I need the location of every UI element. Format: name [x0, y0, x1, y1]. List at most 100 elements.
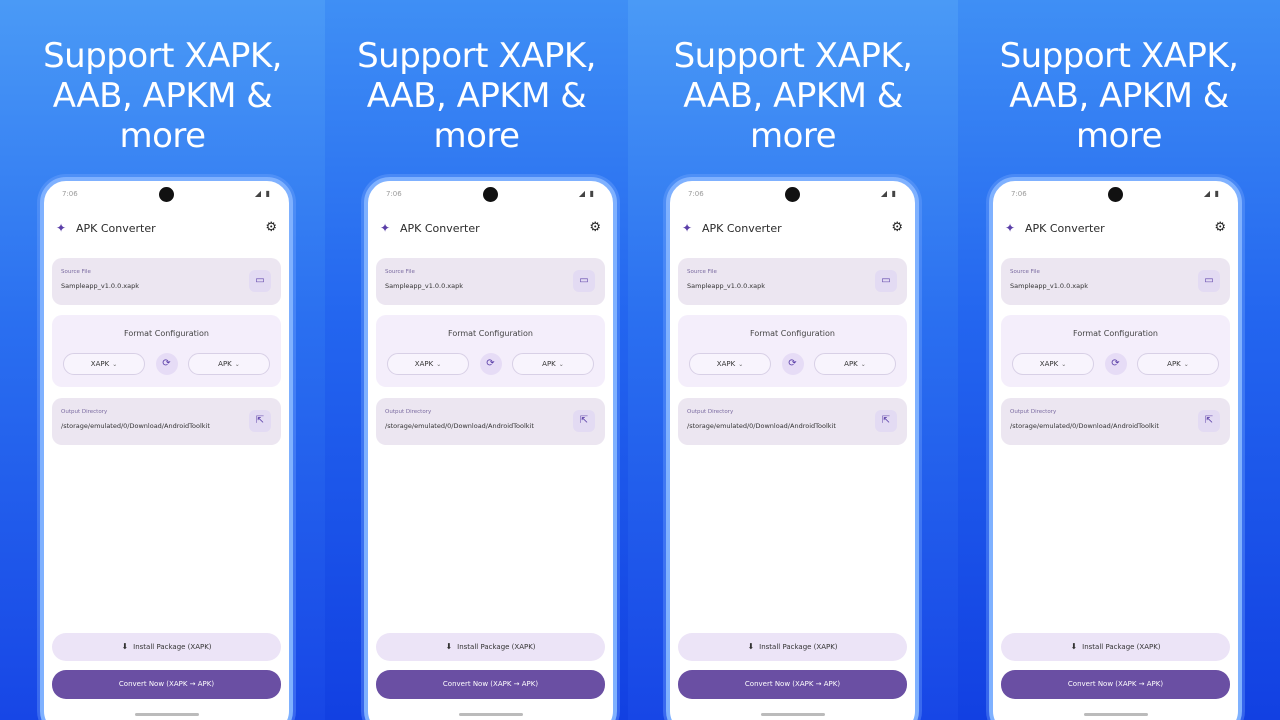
- convert-now-label: Convert Now (XAPK → APK): [118, 680, 215, 688]
- gear-icon[interactable]: ⚙: [265, 220, 277, 235]
- install-package-button[interactable]: ⬇ Install Package (XAPK): [678, 633, 907, 661]
- open-external-icon[interactable]: ⇱: [573, 410, 595, 432]
- status-bar: 7:06 ◢ ▮: [686, 187, 899, 202]
- output-directory-card[interactable]: Output Directory /storage/emulated/0/Dow…: [678, 398, 907, 445]
- target-format-select[interactable]: APK ⌄: [188, 353, 270, 375]
- format-configuration-card: Format Configuration XAPK ⌄ ⟳ APK ⌄: [1001, 315, 1230, 387]
- source-file-card[interactable]: Source File Sampleapp_v1.0.0.xapk ▭: [678, 258, 907, 305]
- install-package-label: Install Package (XAPK): [759, 643, 838, 651]
- install-package-button[interactable]: ⬇ Install Package (XAPK): [52, 633, 281, 661]
- source-file-card[interactable]: Source File Sampleapp_v1.0.0.xapk ▭: [376, 258, 605, 305]
- source-format-select[interactable]: XAPK ⌄: [63, 353, 145, 375]
- convert-now-button[interactable]: Convert Now (XAPK → APK): [678, 670, 907, 699]
- source-file-card[interactable]: Source File Sampleapp_v1.0.0.xapk ▭: [1001, 258, 1230, 305]
- swap-icon[interactable]: ⟳: [781, 353, 804, 375]
- convert-now-button[interactable]: Convert Now (XAPK → APK): [52, 670, 281, 699]
- open-external-icon[interactable]: ⇱: [1198, 410, 1220, 432]
- phone-mockup: 7:06 ◢ ▮ ✦ APK Converter ⚙ Source File S…: [666, 177, 919, 720]
- app-bar: ✦ APK Converter ⚙: [1003, 217, 1228, 239]
- open-external-icon[interactable]: ⇱: [249, 410, 271, 432]
- source-format-select[interactable]: XAPK ⌄: [1012, 353, 1094, 375]
- source-format-value: XAPK: [90, 360, 110, 368]
- app-bar: ✦ APK Converter ⚙: [378, 217, 603, 239]
- target-format-select[interactable]: APK ⌄: [1137, 353, 1219, 375]
- install-icon: ⬇: [1070, 642, 1078, 651]
- format-configuration-card: Format Configuration XAPK ⌄ ⟳ APK ⌄: [678, 315, 907, 387]
- install-package-button[interactable]: ⬇ Install Package (XAPK): [376, 633, 605, 661]
- promo-panel-1: Support XAPK, AAB, APKM & more 7:06 ◢ ▮ …: [0, 0, 325, 720]
- output-directory-card[interactable]: Output Directory /storage/emulated/0/Dow…: [52, 398, 281, 445]
- app-title: APK Converter: [1025, 222, 1105, 235]
- chevron-down-icon: ⌄: [1061, 361, 1067, 368]
- format-configuration-title: Format Configuration: [448, 329, 533, 338]
- convert-now-button[interactable]: Convert Now (XAPK → APK): [376, 670, 605, 699]
- gear-icon[interactable]: ⚙: [1214, 220, 1226, 235]
- app-title: APK Converter: [702, 222, 782, 235]
- chevron-down-icon: ⌄: [234, 361, 240, 368]
- camera-cutout: [158, 187, 174, 202]
- status-bar: 7:06 ◢ ▮: [60, 187, 273, 202]
- signal-battery-icon: ◢ ▮: [1203, 189, 1220, 198]
- status-bar: 7:06 ◢ ▮: [384, 187, 597, 202]
- source-file-label: Source File: [687, 269, 717, 275]
- output-directory-value: /storage/emulated/0/Download/AndroidTool…: [61, 422, 210, 430]
- promo-panel-3: Support XAPK, AAB, APKM & more 7:06 ◢ ▮ …: [628, 0, 958, 720]
- format-configuration-card: Format Configuration XAPK ⌄ ⟳ APK ⌄: [376, 315, 605, 387]
- output-directory-card[interactable]: Output Directory /storage/emulated/0/Dow…: [376, 398, 605, 445]
- output-directory-label: Output Directory: [687, 409, 734, 415]
- source-format-select[interactable]: XAPK ⌄: [689, 353, 771, 375]
- install-package-label: Install Package (XAPK): [133, 643, 212, 651]
- home-indicator: [134, 713, 199, 716]
- sparkle-icon: ✦: [682, 221, 693, 235]
- source-format-select[interactable]: XAPK ⌄: [387, 353, 469, 375]
- chevron-down-icon: ⌄: [112, 361, 118, 368]
- home-indicator: [760, 713, 825, 716]
- source-file-value: Sampleapp_v1.0.0.xapk: [687, 282, 766, 290]
- target-format-select[interactable]: APK ⌄: [814, 353, 896, 375]
- target-format-value: APK: [1167, 360, 1181, 368]
- target-format-value: APK: [542, 360, 556, 368]
- source-file-value: Sampleapp_v1.0.0.xapk: [61, 282, 140, 290]
- folder-icon[interactable]: ▭: [875, 270, 897, 292]
- chevron-down-icon: ⌄: [558, 361, 564, 368]
- status-time: 7:06: [688, 190, 704, 198]
- format-configuration-title: Format Configuration: [750, 329, 835, 338]
- install-icon: ⬇: [445, 642, 453, 651]
- status-time: 7:06: [386, 190, 402, 198]
- output-directory-label: Output Directory: [1010, 409, 1057, 415]
- output-directory-card[interactable]: Output Directory /storage/emulated/0/Dow…: [1001, 398, 1230, 445]
- source-file-card[interactable]: Source File Sampleapp_v1.0.0.xapk ▭: [52, 258, 281, 305]
- app-bar: ✦ APK Converter ⚙: [54, 217, 279, 239]
- format-configuration-card: Format Configuration XAPK ⌄ ⟳ APK ⌄: [52, 315, 281, 387]
- camera-cutout: [784, 187, 800, 202]
- signal-battery-icon: ◢ ▮: [578, 189, 595, 198]
- promo-panel-2: Support XAPK, AAB, APKM & more 7:06 ◢ ▮ …: [325, 0, 628, 720]
- convert-now-button[interactable]: Convert Now (XAPK → APK): [1001, 670, 1230, 699]
- open-external-icon[interactable]: ⇱: [875, 410, 897, 432]
- install-package-button[interactable]: ⬇ Install Package (XAPK): [1001, 633, 1230, 661]
- phone-mockup: 7:06 ◢ ▮ ✦ APK Converter ⚙ Source File S…: [364, 177, 617, 720]
- format-configuration-title: Format Configuration: [1073, 329, 1158, 338]
- install-package-label: Install Package (XAPK): [1082, 643, 1161, 651]
- signal-battery-icon: ◢ ▮: [880, 189, 897, 198]
- output-directory-value: /storage/emulated/0/Download/AndroidTool…: [1010, 422, 1159, 430]
- chevron-down-icon: ⌄: [1183, 361, 1189, 368]
- output-directory-label: Output Directory: [61, 409, 108, 415]
- install-icon: ⬇: [747, 642, 755, 651]
- folder-icon[interactable]: ▭: [249, 270, 271, 292]
- camera-cutout: [482, 187, 498, 202]
- swap-icon[interactable]: ⟳: [479, 353, 502, 375]
- folder-icon[interactable]: ▭: [1198, 270, 1220, 292]
- swap-icon[interactable]: ⟳: [155, 353, 178, 375]
- gear-icon[interactable]: ⚙: [589, 220, 601, 235]
- phone-mockup: 7:06 ◢ ▮ ✦ APK Converter ⚙ Source File S…: [989, 177, 1242, 720]
- signal-battery-icon: ◢ ▮: [254, 189, 271, 198]
- source-file-label: Source File: [61, 269, 91, 275]
- swap-icon[interactable]: ⟳: [1104, 353, 1127, 375]
- target-format-value: APK: [218, 360, 232, 368]
- format-configuration-title: Format Configuration: [124, 329, 209, 338]
- phone-mockup: 7:06 ◢ ▮ ✦ APK Converter ⚙ Source File S…: [40, 177, 293, 720]
- target-format-select[interactable]: APK ⌄: [512, 353, 594, 375]
- folder-icon[interactable]: ▭: [573, 270, 595, 292]
- gear-icon[interactable]: ⚙: [891, 220, 903, 235]
